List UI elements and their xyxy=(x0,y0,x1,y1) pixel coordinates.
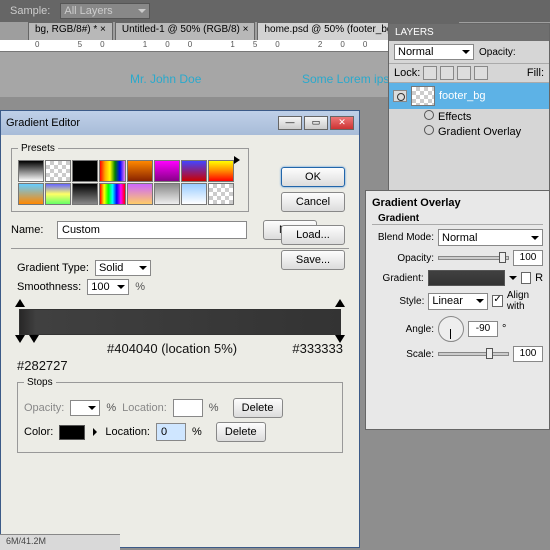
angle-value[interactable]: -90 xyxy=(468,321,498,337)
delete-opacity-stop-button[interactable]: Delete xyxy=(233,398,283,418)
chevron-right-icon[interactable] xyxy=(93,428,97,436)
lock-pixels-icon[interactable] xyxy=(440,66,454,80)
color-stop-left[interactable] xyxy=(15,335,25,345)
dialog-titlebar[interactable]: Gradient Editor — ▭ ✕ xyxy=(1,111,359,135)
annotation-left: #282727 xyxy=(17,358,343,373)
preset-swatch[interactable] xyxy=(208,160,234,182)
layer-effects-row[interactable]: Effects xyxy=(389,109,549,124)
color-location-input[interactable] xyxy=(156,423,186,441)
smoothness-label: Smoothness: xyxy=(17,281,81,293)
close-button[interactable]: ✕ xyxy=(330,116,354,130)
stop-location-input[interactable] xyxy=(173,399,203,417)
minimize-button[interactable]: — xyxy=(278,116,302,130)
gradient-type-dropdown[interactable]: Solid xyxy=(95,260,151,276)
gradient-overlay-panel: Gradient Overlay Gradient Blend Mode: No… xyxy=(365,190,550,430)
preset-grid xyxy=(18,160,234,205)
color-swatch[interactable] xyxy=(59,425,85,440)
gradient-bar[interactable] xyxy=(19,309,341,335)
layer-thumbnail[interactable] xyxy=(411,86,435,106)
opacity-slider[interactable] xyxy=(438,256,509,260)
angle-dial[interactable] xyxy=(438,316,464,342)
scale-slider[interactable] xyxy=(438,352,509,356)
status-bar: 6M/41.2M xyxy=(0,534,120,550)
blend-mode-label: Blend Mode: xyxy=(372,232,434,243)
chevron-down-icon[interactable] xyxy=(509,276,517,280)
layer-effect-gradient-overlay[interactable]: Gradient Overlay xyxy=(389,124,549,139)
preset-swatch[interactable] xyxy=(72,160,98,182)
preset-swatch[interactable] xyxy=(181,160,207,182)
maximize-button[interactable]: ▭ xyxy=(304,116,328,130)
preset-swatch[interactable] xyxy=(208,183,234,205)
preset-swatch[interactable] xyxy=(99,160,125,182)
delete-color-stop-button[interactable]: Delete xyxy=(216,422,266,442)
presets-heading: Presets xyxy=(18,143,58,154)
sample-label: Sample: xyxy=(10,5,50,17)
preset-swatch[interactable] xyxy=(127,160,153,182)
lock-transparency-icon[interactable] xyxy=(423,66,437,80)
layer-row-selected[interactable]: footer_bg xyxy=(389,83,549,109)
preset-swatch[interactable] xyxy=(154,160,180,182)
preset-swatch[interactable] xyxy=(127,183,153,205)
canvas-text: Mr. John Doe xyxy=(130,72,201,86)
blend-mode-dropdown[interactable]: Normal xyxy=(438,229,543,246)
preset-swatch[interactable] xyxy=(181,183,207,205)
preset-swatch[interactable] xyxy=(99,183,125,205)
opacity-label: Opacity: xyxy=(372,253,434,264)
layer-name: footer_bg xyxy=(439,90,485,102)
presets-menu-icon[interactable] xyxy=(234,156,240,164)
stop-color-label: Color: xyxy=(24,426,53,438)
ok-button[interactable]: OK xyxy=(281,167,345,187)
stop-location-label: Location: xyxy=(105,426,150,438)
stop-location-label: Location: xyxy=(122,402,167,414)
preset-swatch[interactable] xyxy=(154,183,180,205)
stop-opacity-input[interactable] xyxy=(70,400,100,416)
fx-icon xyxy=(424,125,434,135)
gradient-type-label: Gradient Type: xyxy=(17,262,89,274)
section-heading: Gradient xyxy=(372,213,543,225)
smoothness-input[interactable]: 100 xyxy=(87,279,129,295)
stop-opacity-label: Opacity: xyxy=(24,402,64,414)
color-stop-5pct[interactable] xyxy=(29,335,39,345)
preset-swatch[interactable] xyxy=(72,183,98,205)
opacity-value[interactable]: 100 xyxy=(513,250,543,266)
gradient-swatch[interactable] xyxy=(428,270,505,286)
opacity-label: Opacity: xyxy=(479,47,516,58)
scale-value[interactable]: 100 xyxy=(513,346,543,362)
annotation-middle: #404040 (location 5%) xyxy=(107,341,433,356)
dialog-title: Gradient Editor xyxy=(6,117,80,129)
layers-panel-title: LAYERS xyxy=(389,24,549,41)
preset-swatch[interactable] xyxy=(45,183,71,205)
gradient-editor-dialog: Gradient Editor — ▭ ✕ OK Cancel Load... … xyxy=(0,110,360,548)
align-checkbox[interactable] xyxy=(492,295,502,307)
gradient-label: Gradient: xyxy=(372,273,424,284)
load-button[interactable]: Load... xyxy=(281,225,345,245)
lock-row: Lock: Fill: xyxy=(389,64,549,83)
panel-title: Gradient Overlay xyxy=(372,197,543,209)
doc-tab[interactable]: bg, RGB/8#) * × xyxy=(28,22,113,40)
gradient-name-input[interactable] xyxy=(57,221,247,239)
visibility-icon[interactable] xyxy=(393,90,407,102)
angle-label: Angle: xyxy=(372,324,434,335)
sample-dropdown[interactable]: All Layers xyxy=(60,3,150,19)
preset-swatch[interactable] xyxy=(18,160,44,182)
stops-heading: Stops xyxy=(24,377,56,388)
style-label: Style: xyxy=(372,296,424,307)
app-options-bar: Sample: All Layers xyxy=(0,0,550,22)
lock-position-icon[interactable] xyxy=(457,66,471,80)
cancel-button[interactable]: Cancel xyxy=(281,192,345,212)
preset-swatch[interactable] xyxy=(45,160,71,182)
blend-mode-dropdown[interactable]: Normal xyxy=(394,44,474,60)
doc-tab[interactable]: Untitled-1 @ 50% (RGB/8) × xyxy=(115,22,256,40)
reverse-checkbox[interactable] xyxy=(521,272,531,284)
lock-all-icon[interactable] xyxy=(474,66,488,80)
style-dropdown[interactable]: Linear xyxy=(428,293,488,310)
name-label: Name: xyxy=(11,224,51,236)
preset-swatch[interactable] xyxy=(18,183,44,205)
fx-icon xyxy=(424,110,434,120)
